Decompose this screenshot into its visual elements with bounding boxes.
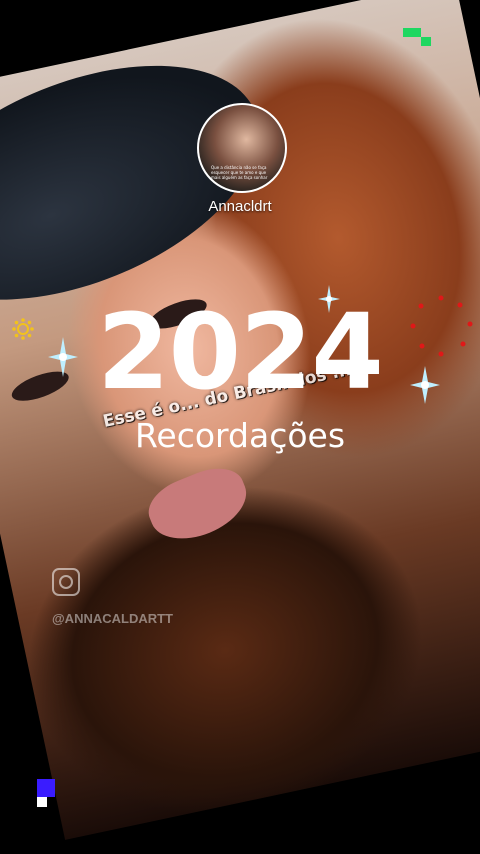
pixel-decoration bbox=[421, 37, 431, 46]
instagram-handle: @ANNACALDARTT bbox=[52, 611, 173, 626]
avatar-caption: Que a distância não se faça esquecer que… bbox=[211, 165, 268, 180]
username[interactable]: Annacldrt bbox=[0, 198, 480, 215]
pixel-decoration bbox=[37, 779, 55, 797]
sparkle-icon bbox=[410, 366, 440, 404]
story-stage: Esse é o... do Brasil dos ... Que a dist… bbox=[0, 0, 480, 854]
pixel-decoration bbox=[403, 28, 421, 37]
sparkle-icon bbox=[48, 337, 78, 377]
pixel-decoration bbox=[37, 797, 47, 807]
subtitle: Recordações bbox=[134, 416, 346, 455]
instagram-icon bbox=[52, 568, 80, 596]
dots-ring-decoration bbox=[410, 295, 473, 357]
sun-icon bbox=[12, 318, 34, 340]
sparkle-icon bbox=[318, 285, 340, 313]
avatar[interactable]: Que a distância não se faça esquecer que… bbox=[197, 103, 287, 193]
mouth bbox=[140, 458, 256, 552]
